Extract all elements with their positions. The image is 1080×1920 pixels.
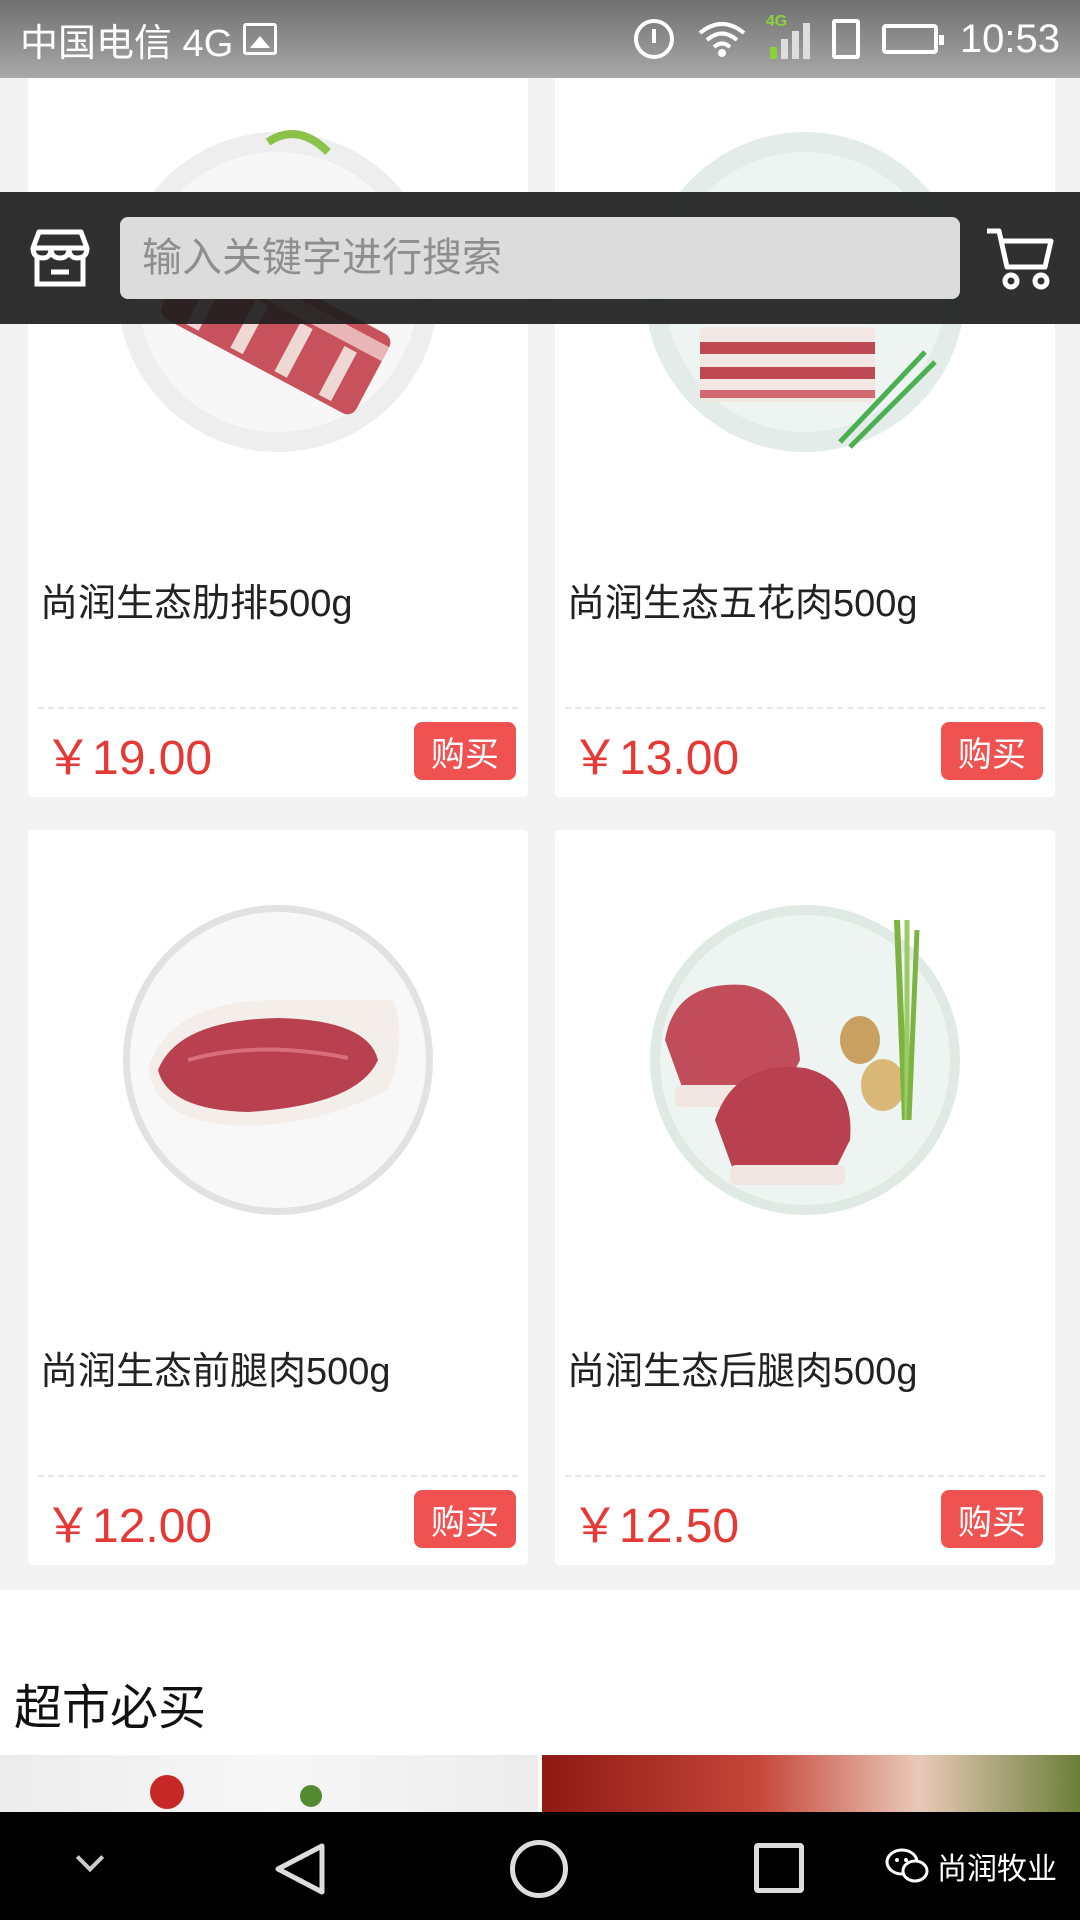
store-button[interactable]: [0, 192, 120, 324]
cart-icon: [987, 228, 1054, 290]
search-box[interactable]: [120, 217, 960, 299]
banner-image-meat[interactable]: [542, 1755, 1080, 1813]
product-price: ￥12.00: [44, 1500, 213, 1553]
product-card[interactable]: 尚润生态肋排500g ￥19.00 购买: [28, 62, 528, 797]
navigation-bar: 尚润牧业: [0, 1812, 1080, 1920]
sim-icon: [831, 19, 860, 59]
image-notification-icon: [243, 23, 278, 55]
card-divider: [38, 1475, 518, 1477]
product-card[interactable]: 尚润生态前腿肉500g ￥12.00 购买: [28, 830, 528, 1565]
product-name: 尚润生态前腿肉500g: [40, 1351, 391, 1393]
clock-time: 10:53: [959, 16, 1060, 61]
network-type-label: 4G: [765, 13, 788, 30]
store-icon: [30, 229, 90, 287]
nav-collapse-button[interactable]: [72, 1848, 108, 1884]
nav-recents-button[interactable]: [754, 1843, 804, 1893]
watermark-text: 尚润牧业: [937, 1853, 1057, 1886]
signal-icon: 4G: [766, 13, 810, 59]
buy-button[interactable]: 购买: [414, 1490, 516, 1548]
buy-button[interactable]: 购买: [414, 722, 516, 780]
buy-button[interactable]: 购买: [941, 722, 1043, 780]
product-name: 尚润生态后腿肉500g: [567, 1351, 918, 1393]
search-header: [0, 192, 1080, 324]
banner-strip: [0, 1755, 1080, 1813]
product-card[interactable]: 尚润生态后腿肉500g ￥12.50 购买: [555, 830, 1055, 1565]
nav-back-button[interactable]: [272, 1842, 328, 1896]
product-name: 尚润生态肋排500g: [40, 583, 353, 625]
card-divider: [38, 707, 518, 709]
buy-button[interactable]: 购买: [941, 1490, 1043, 1548]
cart-button[interactable]: [960, 192, 1080, 324]
product-image-hind-leg[interactable]: [555, 830, 1055, 1290]
wechat-icon: [885, 1848, 929, 1883]
watermark: 尚润牧业: [885, 1844, 1057, 1888]
section-title: 超市必买: [14, 1682, 207, 1735]
card-divider: [565, 707, 1045, 709]
alarm-icon: [633, 19, 674, 59]
product-price: ￥19.00: [44, 732, 213, 785]
product-name: 尚润生态五花肉500g: [567, 583, 918, 625]
product-image-front-leg[interactable]: [28, 830, 528, 1290]
wifi-icon: [698, 22, 746, 57]
banner-image-vegetables[interactable]: [0, 1755, 538, 1813]
nav-home-button[interactable]: [510, 1840, 568, 1898]
product-card[interactable]: 尚润生态五花肉500g ￥13.00 购买: [555, 62, 1055, 797]
battery-icon: [881, 24, 944, 54]
product-price: ￥13.00: [571, 732, 740, 785]
carrier-label: 中国电信 4G: [20, 22, 234, 65]
product-price: ￥12.50: [571, 1500, 740, 1553]
status-bar: 中国电信 4G 4G 10:53: [0, 0, 1080, 78]
card-divider: [565, 1475, 1045, 1477]
search-input[interactable]: [142, 235, 938, 281]
